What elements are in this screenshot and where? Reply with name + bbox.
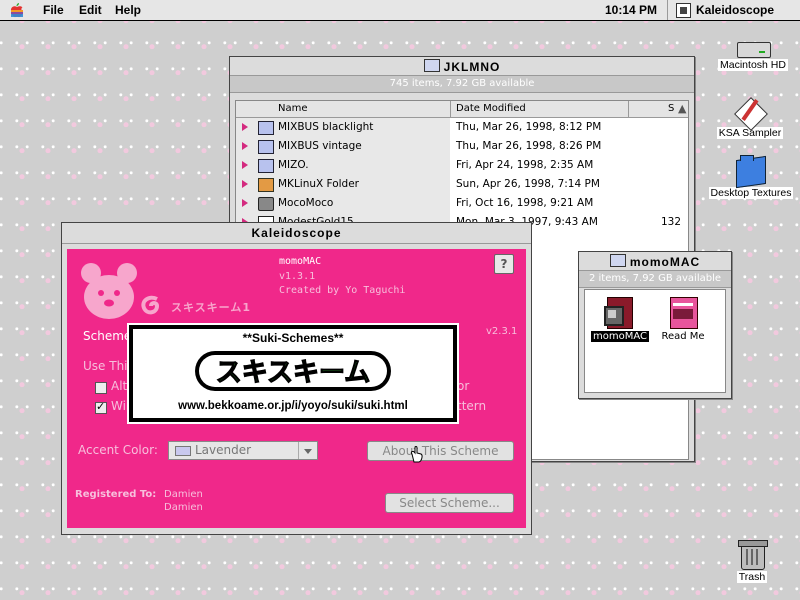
banner-url[interactable]: www.bekkoame.or.jp/i/yoyo/suki/suki.html xyxy=(133,400,453,412)
file-name: MKLinuX Folder xyxy=(278,178,360,190)
file-name: MIXBUS blacklight xyxy=(278,121,374,133)
about-this-scheme-button[interactable]: About This Scheme xyxy=(367,441,514,461)
file-name: MocoMoco xyxy=(278,197,334,209)
suki-scheme-logo: スキスキーム xyxy=(195,351,391,391)
finder-window-momomac: momoMAC 2 items, 7.92 GB available momoM… xyxy=(578,251,732,399)
use-this-label: Use This xyxy=(83,359,134,373)
momomac-window-title: momoMAC xyxy=(629,255,701,269)
help-icon: ? xyxy=(500,257,508,271)
kaleidoscope-titlebar[interactable]: Kaleidoscope xyxy=(62,223,531,244)
disclosure-triangle-icon[interactable] xyxy=(242,199,248,207)
chevron-down-icon xyxy=(298,442,317,459)
select-scheme-button[interactable]: Select Scheme... xyxy=(385,493,514,513)
registered-organization: Damien xyxy=(164,502,203,513)
menubar: File Edit Help 10:14 PM Kaleidoscope xyxy=(0,0,800,21)
disclosure-triangle-icon[interactable] xyxy=(242,180,248,188)
finder-info-bar: 745 items, 7.92 GB available xyxy=(230,76,694,93)
file-date-modified: Thu, Mar 26, 1998, 8:12 PM xyxy=(456,121,602,133)
disclosure-triangle-icon[interactable] xyxy=(242,123,248,131)
folder-icon xyxy=(258,121,274,135)
scheme-name: momoMAC xyxy=(279,256,322,267)
file-name: MIZO. xyxy=(278,159,309,171)
momomac-info-bar: 2 items, 7.92 GB available xyxy=(579,271,731,288)
trash-icon[interactable]: Trash xyxy=(728,538,776,583)
accent-color-value: Lavender xyxy=(195,443,252,457)
help-button[interactable]: ? xyxy=(494,254,514,274)
alternate-label-tail: or xyxy=(457,379,470,393)
scheme-logo-text: スキスキーム1 xyxy=(171,301,251,314)
folder-icon xyxy=(258,159,274,173)
file-date-modified: Fri, Oct 16, 1998, 9:21 AM xyxy=(456,197,594,209)
menubar-divider xyxy=(667,0,668,20)
ksa-sampler-icon[interactable]: KSA Sampler xyxy=(712,96,788,139)
application-menu[interactable]: Kaleidoscope xyxy=(696,3,774,17)
momomac-icon-view: momoMAC Read Me xyxy=(584,289,726,393)
registered-to-label: Registered To: xyxy=(75,489,157,500)
folder-icon xyxy=(423,59,440,72)
alternate-checkbox[interactable] xyxy=(95,382,107,394)
accent-color-swatch xyxy=(175,446,191,456)
finder-titlebar[interactable]: JKLMNO xyxy=(230,57,694,76)
read-me-document-icon xyxy=(668,297,698,329)
menu-file[interactable]: File xyxy=(43,3,64,17)
finder-list-header: Name Date Modified S ▲ xyxy=(236,101,688,118)
read-me-label: Read Me xyxy=(661,331,705,342)
window-pattern-label-tail: ttern xyxy=(457,399,487,413)
scheme-version: v1.3.1 xyxy=(279,271,316,282)
finder-row[interactable]: MIXBUS vintage Thu, Mar 26, 1998, 8:26 PM xyxy=(236,137,688,156)
suki-schemes-banner: **Suki-Schemes** スキスキーム www.bekkoame.or.… xyxy=(127,323,459,424)
finder-row[interactable]: MIXBUS blacklight Thu, Mar 26, 1998, 8:12… xyxy=(236,118,688,137)
swirl-logo-icon xyxy=(141,295,160,315)
sort-direction-icon[interactable]: ▲ xyxy=(678,102,686,115)
file-date-modified: Fri, Apr 24, 1998, 2:35 AM xyxy=(456,159,594,171)
menubar-clock[interactable]: 10:14 PM xyxy=(605,3,657,17)
column-header-date[interactable]: Date Modified xyxy=(456,103,526,114)
desktop-textures-folder-icon[interactable]: Desktop Textures xyxy=(706,154,796,199)
registered-name: Damien xyxy=(164,489,203,500)
momomac-scheme-file[interactable]: momoMAC xyxy=(591,297,649,342)
disk-icon xyxy=(258,197,274,211)
column-separator[interactable] xyxy=(450,101,451,117)
linux-folder-icon xyxy=(258,178,274,192)
momomac-file-label: momoMAC xyxy=(591,331,649,342)
scheme-label: Scheme xyxy=(83,329,132,343)
banner-logo-text: スキスキーム xyxy=(216,358,370,388)
drag-cursor-icon xyxy=(410,446,423,463)
scheme-author: Created by Yo Taguchi xyxy=(279,285,406,296)
desktop-textures-label: Desktop Textures xyxy=(708,187,794,199)
momomac-titlebar[interactable]: momoMAC xyxy=(579,252,731,271)
disclosure-triangle-icon[interactable] xyxy=(242,142,248,150)
read-me-file[interactable]: Read Me xyxy=(655,297,711,342)
finder-window-title: JKLMNO xyxy=(443,60,501,74)
file-size: 132 xyxy=(661,216,682,228)
column-header-size[interactable]: S xyxy=(668,103,674,114)
menu-help[interactable]: Help xyxy=(115,3,141,17)
window-pattern-checkbox[interactable] xyxy=(95,400,107,414)
disclosure-triangle-icon[interactable] xyxy=(242,161,248,169)
trash-label: Trash xyxy=(736,571,768,583)
file-name: MIXBUS vintage xyxy=(278,140,362,152)
accent-color-popup[interactable]: Lavender xyxy=(168,441,318,460)
bear-logo-icon xyxy=(81,263,137,319)
accent-color-label: Accent Color: xyxy=(78,443,158,457)
application-menu-icon[interactable] xyxy=(676,3,691,18)
apple-menu-icon[interactable] xyxy=(10,2,24,18)
finder-row[interactable]: MKLinuX Folder Sun, Apr 26, 1998, 7:14 PM xyxy=(236,175,688,194)
app-version: v2.3.1 xyxy=(486,326,518,337)
column-separator[interactable] xyxy=(628,101,629,117)
macintosh-hd-label: Macintosh HD xyxy=(718,59,788,71)
file-date-modified: Thu, Mar 26, 1998, 8:26 PM xyxy=(456,140,602,152)
macintosh-hd-icon[interactable]: Macintosh HD xyxy=(716,40,790,71)
file-date-modified: Sun, Apr 26, 1998, 7:14 PM xyxy=(456,178,600,190)
finder-row[interactable]: MIZO. Fri, Apr 24, 1998, 2:35 AM xyxy=(236,156,688,175)
folder-icon xyxy=(258,140,274,154)
finder-row[interactable]: MocoMoco Fri, Oct 16, 1998, 9:21 AM xyxy=(236,194,688,213)
banner-heading: **Suki-Schemes** xyxy=(242,331,344,345)
folder-icon xyxy=(609,254,626,267)
column-header-name[interactable]: Name xyxy=(278,103,308,114)
menu-edit[interactable]: Edit xyxy=(79,3,102,17)
scheme-file-icon xyxy=(604,297,634,329)
